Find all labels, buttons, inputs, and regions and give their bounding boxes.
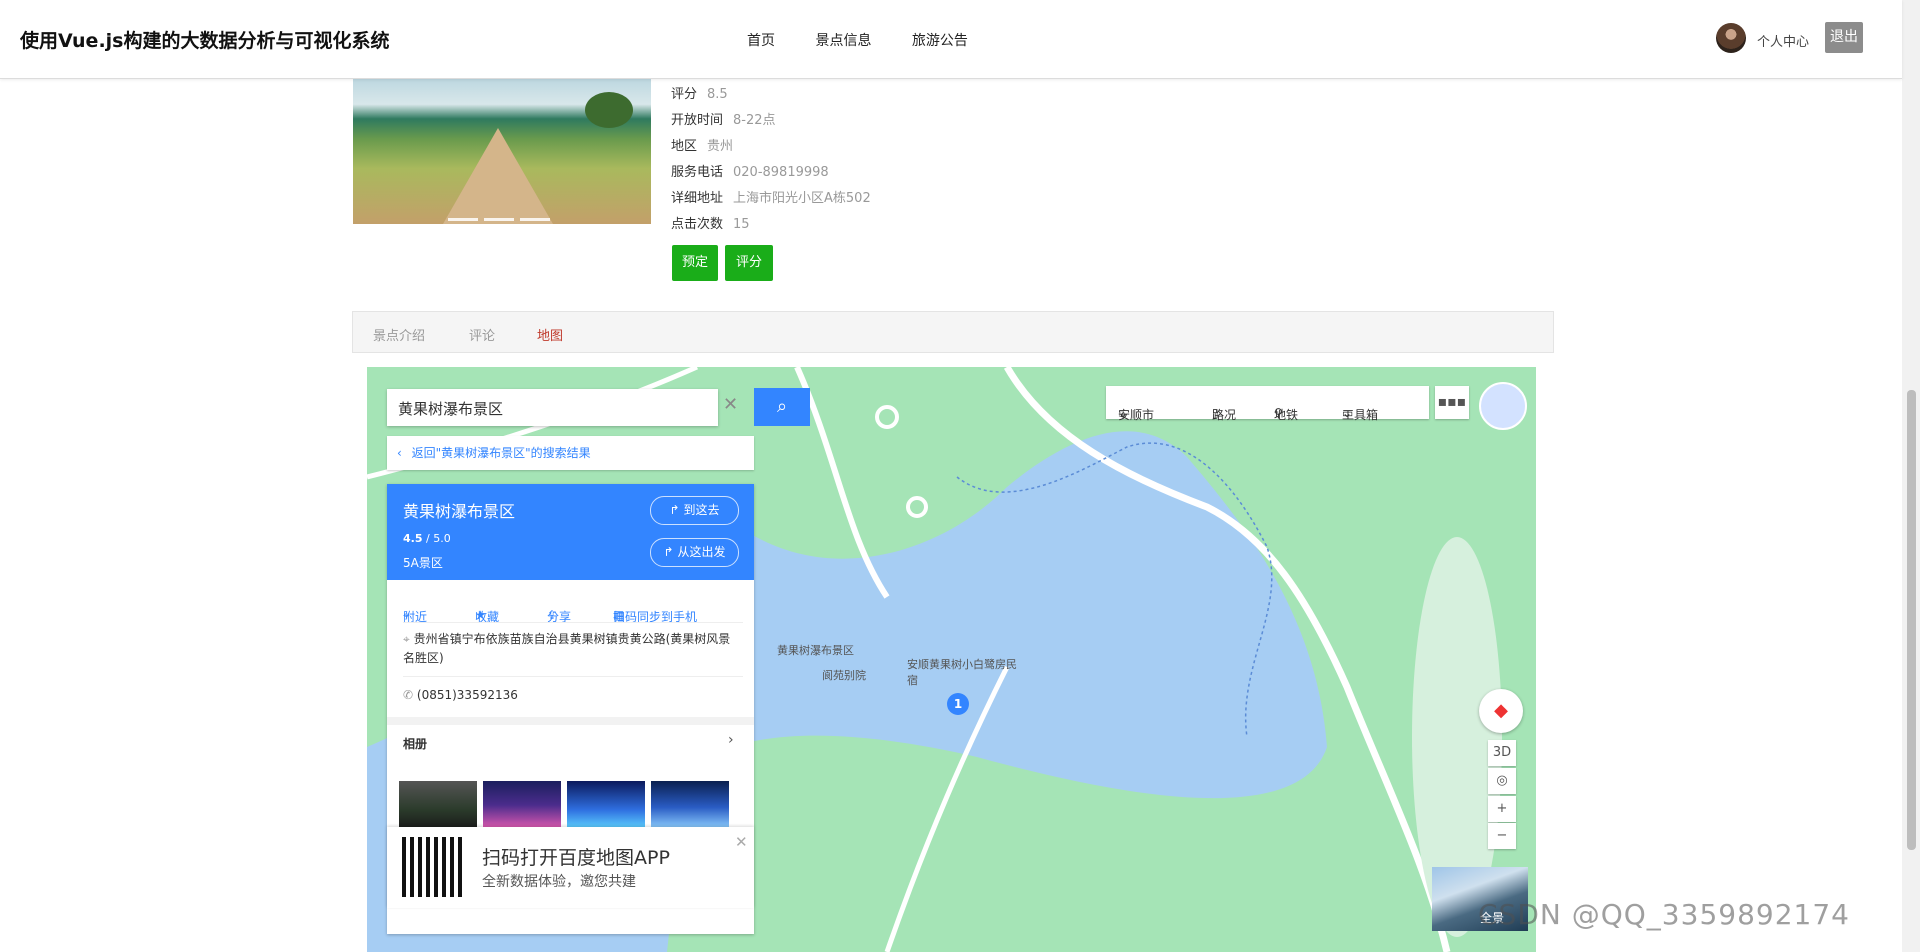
watermark: CSDN @QQ_3359892174 <box>1478 898 1850 931</box>
info-row-address: 详细地址 上海市阳光小区A栋502 <box>671 186 871 212</box>
poi-rating-value: 4.5 <box>403 532 423 545</box>
search-icon: ⌕ <box>776 396 788 417</box>
locate-icon[interactable]: ◎ <box>1488 768 1516 794</box>
spot-image-carousel[interactable] <box>353 78 651 224</box>
detail-tabs: 景点介绍 评论 地图 <box>352 311 1554 353</box>
poi-actions: ⌖ 附近 ★ 收藏 ⇪ 分享 ▦ 扫码同步到手机 <box>387 580 754 624</box>
site-title: 使用Vue.js构建的大数据分析与可视化系统 <box>20 30 390 52</box>
route-icon: ↱ <box>663 545 674 559</box>
info-row-rating: 评分 8.5 <box>671 82 871 108</box>
divider <box>403 622 743 623</box>
message-icon[interactable]: ▪▪▪ <box>1435 386 1469 419</box>
gallery-thumbnail[interactable] <box>651 781 729 829</box>
logout-button[interactable]: 退出 <box>1825 22 1863 53</box>
map-view[interactable]: 黄果树瀑布景区 ✕ ⌕ ‹ 返回"黄果树瀑布景区"的搜索结果 黄果树瀑布景区 4… <box>367 367 1536 952</box>
user-center-link[interactable]: 个人中心 <box>1757 31 1809 50</box>
back-to-results-link[interactable]: ‹ 返回"黄果树瀑布景区"的搜索结果 <box>387 436 754 470</box>
poi-phone-text: (0851)33592136 <box>416 688 518 702</box>
tab-comments[interactable]: 评论 <box>469 325 495 344</box>
poi-rating-max: / 5.0 <box>426 532 451 545</box>
info-value: 020-89819998 <box>733 165 829 180</box>
poi-header: 黄果树瀑布景区 4.5 / 5.0 5A景区 ↱ 到这去 ↱ 从这出发 <box>387 484 754 580</box>
info-value: 上海市阳光小区A栋502 <box>733 191 871 206</box>
gallery-thumbnail[interactable] <box>567 781 645 829</box>
tab-map[interactable]: 地图 <box>537 325 563 344</box>
poi-rating: 4.5 / 5.0 <box>403 532 451 545</box>
map-search-box[interactable]: 黄果树瀑布景区 <box>387 389 718 426</box>
spot-info: 评分 8.5 开放时间 8-22点 地区 贵州 服务电话 020-89819998 详细… <box>671 82 871 238</box>
user-avatar[interactable] <box>1716 23 1746 53</box>
zoom-in-button[interactable]: + <box>1488 796 1516 822</box>
main-nav: 首页 景点信息 旅游公告 <box>747 30 1004 50</box>
info-label: 点击次数 <box>671 217 724 232</box>
rate-button[interactable]: 评分 <box>725 245 773 281</box>
book-button[interactable]: 预定 <box>672 245 718 281</box>
go-here-label: 到这去 <box>683 503 720 517</box>
info-label: 地区 <box>671 139 698 154</box>
info-value: 8-22点 <box>733 113 776 128</box>
poi-name: 黄果树瀑布景区 <box>403 502 516 521</box>
promo-title: 扫码打开百度地图APP <box>482 847 670 869</box>
info-row-region: 地区 贵州 <box>671 134 871 160</box>
tab-intro[interactable]: 景点介绍 <box>373 325 425 344</box>
compass-icon[interactable]: ◆ <box>1479 689 1523 733</box>
site-header: 使用Vue.js构建的大数据分析与可视化系统 首页 景点信息 旅游公告 个人中心… <box>0 0 1902 79</box>
chevron-down-icon: ⌄ <box>1118 406 1129 420</box>
gallery-thumbnail[interactable] <box>399 781 477 829</box>
info-value: 8.5 <box>707 87 728 102</box>
go-here-button[interactable]: ↱ 到这去 <box>650 496 739 525</box>
location-pin-icon: ⌖ <box>403 632 410 646</box>
subway-label: 地铁 <box>1274 408 1299 422</box>
divider <box>403 676 743 677</box>
map-marker[interactable]: 1 <box>947 693 969 715</box>
info-label: 详细地址 <box>671 191 724 206</box>
close-icon[interactable]: ✕ <box>735 833 748 851</box>
depart-here-button[interactable]: ↱ 从这出发 <box>650 538 739 567</box>
carousel-indicators[interactable] <box>448 206 556 224</box>
info-label: 评分 <box>671 87 698 102</box>
back-link-label: 返回"黄果树瀑布景区"的搜索结果 <box>411 446 591 460</box>
map-label: 安顺黄果树小白鹭房民宿 <box>907 658 1017 687</box>
map-label: 黄果树瀑布景区 <box>777 644 854 657</box>
3d-toggle-button[interactable]: 3D <box>1488 740 1516 766</box>
info-row-phone: 服务电话 020-89819998 <box>671 160 871 186</box>
map-search-button[interactable]: ⌕ <box>754 388 810 426</box>
info-value: 贵州 <box>707 139 734 154</box>
phone-icon: ✆ <box>403 688 414 702</box>
qr-code <box>402 837 462 897</box>
traffic-label: 路况 <box>1212 408 1237 422</box>
zoom-out-button[interactable]: − <box>1488 823 1516 849</box>
page-scrollbar[interactable] <box>1902 0 1920 952</box>
poi-phone: ✆ (0851)33592136 <box>403 688 518 702</box>
info-row-hours: 开放时间 8-22点 <box>671 108 871 134</box>
poi-level: 5A景区 <box>403 556 443 570</box>
gallery-title[interactable]: 相册 <box>403 735 427 752</box>
promo-subtitle: 全新数据体验，邀您共建 <box>482 874 636 890</box>
nav-notices[interactable]: 旅游公告 <box>912 33 968 49</box>
gallery-thumbnail[interactable] <box>483 781 561 829</box>
map-user-avatar[interactable] <box>1479 382 1527 430</box>
map-toolbar: ⌂ 安顺市 ⌄ ▯ 路况 ⚲ 地铁 ▭ 工具箱 ⌄ <box>1106 386 1429 422</box>
depart-here-label: 从这出发 <box>677 545 726 559</box>
scrollbar-thumb[interactable] <box>1907 390 1916 850</box>
chevron-right-icon[interactable]: › <box>728 732 734 748</box>
chevron-down-icon: ⌄ <box>1342 406 1353 420</box>
poi-address-text: 贵州省镇宁布依族苗族自治县黄果树镇贵黄公路(黄果树风景名胜区) <box>403 632 731 665</box>
info-label: 开放时间 <box>671 113 724 128</box>
route-icon: ↱ <box>669 503 680 517</box>
poi-address: ⌖ 贵州省镇宁布依族苗族自治县黄果树镇贵黄公路(黄果树风景名胜区) <box>403 630 733 668</box>
map-search-input[interactable]: 黄果树瀑布景区 <box>398 398 503 419</box>
info-label: 服务电话 <box>671 165 724 180</box>
info-row-clicks: 点击次数 15 <box>671 212 871 238</box>
map-label: 阆苑别院 <box>822 669 866 682</box>
nav-home[interactable]: 首页 <box>747 33 775 49</box>
clear-icon[interactable]: ✕ <box>723 394 738 415</box>
app-promo-card: 扫码打开百度地图APP 全新数据体验，邀您共建 ✕ <box>387 827 754 908</box>
section-divider <box>387 717 754 725</box>
info-value: 15 <box>733 217 750 232</box>
chevron-left-icon: ‹ <box>397 446 402 460</box>
nav-spots[interactable]: 景点信息 <box>815 33 871 49</box>
tree-shape <box>585 92 633 128</box>
